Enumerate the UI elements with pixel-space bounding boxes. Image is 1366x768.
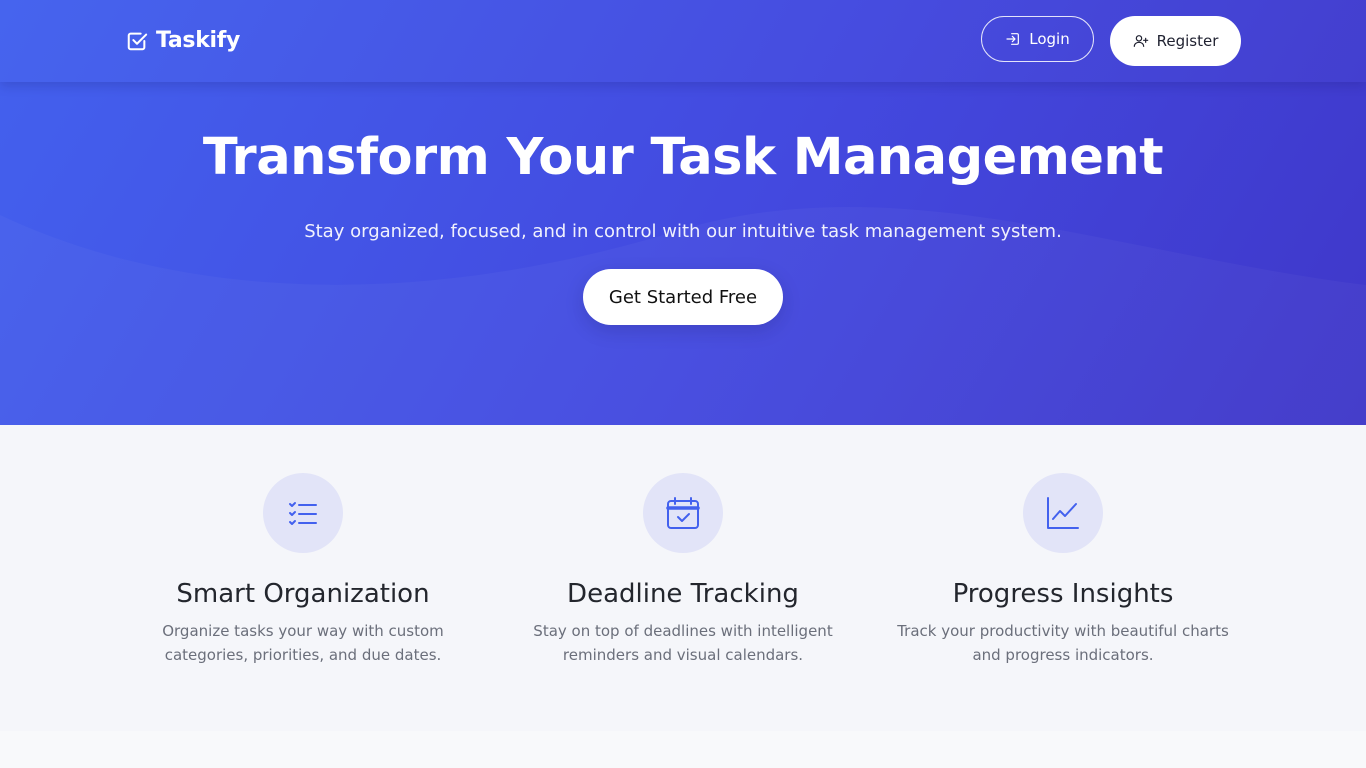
feature-card-insights: Progress Insights Track your productivit… bbox=[883, 473, 1243, 667]
feature-icon-circle bbox=[263, 473, 343, 553]
chart-line-icon bbox=[1047, 497, 1079, 529]
user-plus-icon bbox=[1133, 35, 1148, 47]
login-label: Login bbox=[1029, 30, 1070, 48]
navbar: Taskify Login Register bbox=[0, 0, 1366, 82]
feature-description: Stay on top of deadlines with intelligen… bbox=[533, 622, 833, 664]
feature-title: Deadline Tracking bbox=[567, 579, 799, 609]
feature-card-organization: Smart Organization Organize tasks your w… bbox=[123, 473, 483, 667]
feature-icon-circle bbox=[1023, 473, 1103, 553]
register-button[interactable]: Register bbox=[1110, 16, 1241, 66]
calendar-check-icon bbox=[666, 497, 700, 529]
feature-card-deadlines: Deadline Tracking Stay on top of deadlin… bbox=[503, 473, 863, 667]
next-section-edge bbox=[0, 731, 1366, 768]
hero-subtitle: Stay organized, focused, and in control … bbox=[304, 221, 1062, 242]
login-button[interactable]: Login bbox=[981, 16, 1094, 62]
feature-title: Smart Organization bbox=[176, 579, 430, 609]
check-square-icon bbox=[127, 32, 148, 50]
list-check-icon bbox=[289, 502, 317, 525]
sign-in-icon bbox=[1006, 33, 1020, 45]
register-label: Register bbox=[1156, 32, 1219, 50]
feature-title: Progress Insights bbox=[952, 579, 1174, 609]
brand-name: Taskify bbox=[156, 28, 241, 53]
feature-description: Track your productivity with beautiful c… bbox=[897, 622, 1229, 664]
hero-title: Transform Your Task Management bbox=[202, 128, 1164, 187]
features-section: Smart Organization Organize tasks your w… bbox=[0, 425, 1366, 731]
get-started-button[interactable]: Get Started Free bbox=[583, 269, 783, 325]
feature-description: Organize tasks your way with custom cate… bbox=[162, 622, 444, 664]
feature-icon-circle bbox=[643, 473, 723, 553]
hero-section: Taskify Login Register Transform Your Ta… bbox=[0, 0, 1366, 425]
brand-logo[interactable]: Taskify bbox=[126, 28, 240, 53]
